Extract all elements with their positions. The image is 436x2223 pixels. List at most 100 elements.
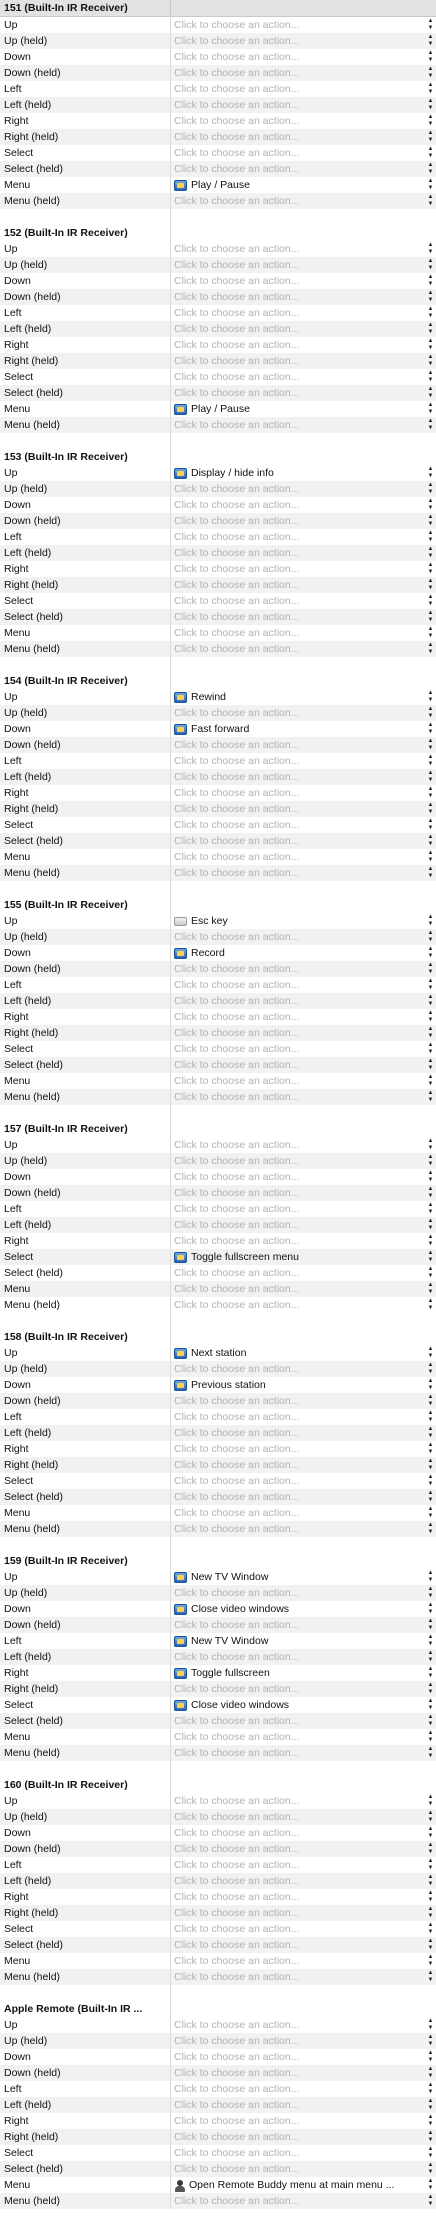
action-popup[interactable]: Click to choose an action... ▲ ▼ [171,193,436,209]
action-popup[interactable]: Click to choose an action... ▲ ▼ [171,2113,436,2129]
popup-arrows-icon[interactable]: ▲ ▼ [427,1250,434,1264]
popup-arrows-icon[interactable]: ▲ ▼ [427,706,434,720]
popup-arrows-icon[interactable]: ▲ ▼ [427,1234,434,1248]
popup-arrows-icon[interactable]: ▲ ▼ [427,1202,434,1216]
action-popup[interactable]: Click to choose an action... ▲ ▼ [171,385,436,401]
popup-arrows-icon[interactable]: ▲ ▼ [427,34,434,48]
action-popup[interactable]: Click to choose an action... ▲ ▼ [171,993,436,1009]
popup-arrows-icon[interactable]: ▲ ▼ [427,1410,434,1424]
action-popup[interactable]: Click to choose an action... ▲ ▼ [171,641,436,657]
action-popup[interactable]: Click to choose an action... ▲ ▼ [171,353,436,369]
action-popup[interactable]: Click to choose an action... ▲ ▼ [171,289,436,305]
popup-arrows-icon[interactable]: ▲ ▼ [427,786,434,800]
popup-arrows-icon[interactable]: ▲ ▼ [427,2114,434,2128]
popup-arrows-icon[interactable]: ▲ ▼ [427,802,434,816]
action-popup[interactable]: Click to choose an action... ▲ ▼ [171,1617,436,1633]
action-popup[interactable]: Click to choose an action... ▲ ▼ [171,1089,436,1105]
action-popup[interactable]: Click to choose an action... ▲ ▼ [171,1921,436,1937]
popup-arrows-icon[interactable]: ▲ ▼ [427,114,434,128]
popup-arrows-icon[interactable]: ▲ ▼ [427,1922,434,1936]
action-popup[interactable]: Click to choose an action... ▲ ▼ [171,1649,436,1665]
popup-arrows-icon[interactable]: ▲ ▼ [427,146,434,160]
popup-arrows-icon[interactable]: ▲ ▼ [427,690,434,704]
action-popup[interactable]: Click to choose an action... ▲ ▼ [171,977,436,993]
popup-arrows-icon[interactable]: ▲ ▼ [427,1650,434,1664]
popup-arrows-icon[interactable]: ▲ ▼ [427,274,434,288]
action-popup[interactable]: Click to choose an action... ▲ ▼ [171,2017,436,2033]
action-popup[interactable]: Click to choose an action... ▲ ▼ [171,1457,436,1473]
action-popup[interactable]: Click to choose an action... ▲ ▼ [171,2161,436,2177]
popup-arrows-icon[interactable]: ▲ ▼ [427,722,434,736]
popup-arrows-icon[interactable]: ▲ ▼ [427,930,434,944]
action-popup[interactable]: Click to choose an action... ▲ ▼ [171,737,436,753]
action-popup[interactable]: Click to choose an action... ▲ ▼ [171,161,436,177]
popup-arrows-icon[interactable]: ▲ ▼ [427,610,434,624]
action-popup[interactable]: Click to choose an action... ▲ ▼ [171,1489,436,1505]
action-popup[interactable]: Previous station ▲ ▼ [171,1377,436,1393]
popup-arrows-icon[interactable]: ▲ ▼ [427,770,434,784]
popup-arrows-icon[interactable]: ▲ ▼ [427,2098,434,2112]
action-popup[interactable]: Click to choose an action... ▲ ▼ [171,369,436,385]
popup-arrows-icon[interactable]: ▲ ▼ [427,1906,434,1920]
popup-arrows-icon[interactable]: ▲ ▼ [427,2066,434,2080]
action-popup[interactable]: Click to choose an action... ▲ ▼ [171,257,436,273]
action-popup[interactable]: Click to choose an action... ▲ ▼ [171,49,436,65]
action-popup[interactable]: Click to choose an action... ▲ ▼ [171,1937,436,1953]
popup-arrows-icon[interactable]: ▲ ▼ [427,850,434,864]
action-popup[interactable]: Close video windows ▲ ▼ [171,1697,436,1713]
popup-arrows-icon[interactable]: ▲ ▼ [427,594,434,608]
action-popup[interactable]: Click to choose an action... ▲ ▼ [171,625,436,641]
popup-arrows-icon[interactable]: ▲ ▼ [427,1042,434,1056]
action-popup[interactable]: Click to choose an action... ▲ ▼ [171,1713,436,1729]
popup-arrows-icon[interactable]: ▲ ▼ [427,1666,434,1680]
action-popup[interactable]: Click to choose an action... ▲ ▼ [171,1873,436,1889]
popup-arrows-icon[interactable]: ▲ ▼ [427,1426,434,1440]
popup-arrows-icon[interactable]: ▲ ▼ [427,466,434,480]
popup-arrows-icon[interactable]: ▲ ▼ [427,1154,434,1168]
popup-arrows-icon[interactable]: ▲ ▼ [427,1266,434,1280]
popup-arrows-icon[interactable]: ▲ ▼ [427,418,434,432]
action-popup[interactable]: Click to choose an action... ▲ ▼ [171,1217,436,1233]
popup-arrows-icon[interactable]: ▲ ▼ [427,370,434,384]
popup-arrows-icon[interactable]: ▲ ▼ [427,1394,434,1408]
popup-arrows-icon[interactable]: ▲ ▼ [427,130,434,144]
popup-arrows-icon[interactable]: ▲ ▼ [427,1522,434,1536]
action-popup[interactable]: Click to choose an action... ▲ ▼ [171,561,436,577]
action-popup[interactable]: Click to choose an action... ▲ ▼ [171,2193,436,2209]
action-popup[interactable]: Click to choose an action... ▲ ▼ [171,2033,436,2049]
action-popup[interactable]: Click to choose an action... ▲ ▼ [171,545,436,561]
action-popup[interactable]: Click to choose an action... ▲ ▼ [171,497,436,513]
action-popup[interactable]: Click to choose an action... ▲ ▼ [171,1681,436,1697]
popup-arrows-icon[interactable]: ▲ ▼ [427,642,434,656]
popup-arrows-icon[interactable]: ▲ ▼ [427,514,434,528]
action-popup[interactable]: Close video windows ▲ ▼ [171,1601,436,1617]
popup-arrows-icon[interactable]: ▲ ▼ [427,2050,434,2064]
action-popup[interactable]: Click to choose an action... ▲ ▼ [171,1729,436,1745]
action-popup[interactable]: Click to choose an action... ▲ ▼ [171,1905,436,1921]
action-popup[interactable]: Click to choose an action... ▲ ▼ [171,2129,436,2145]
action-popup[interactable]: Click to choose an action... ▲ ▼ [171,1201,436,1217]
popup-arrows-icon[interactable]: ▲ ▼ [427,2082,434,2096]
action-popup[interactable]: Click to choose an action... ▲ ▼ [171,1137,436,1153]
action-popup[interactable]: Click to choose an action... ▲ ▼ [171,1041,436,1057]
popup-arrows-icon[interactable]: ▲ ▼ [427,2130,434,2144]
action-popup[interactable]: Click to choose an action... ▲ ▼ [171,1953,436,1969]
action-popup[interactable]: Click to choose an action... ▲ ▼ [171,65,436,81]
popup-arrows-icon[interactable]: ▲ ▼ [427,2178,434,2192]
action-popup[interactable]: Click to choose an action... ▲ ▼ [171,753,436,769]
popup-arrows-icon[interactable]: ▲ ▼ [427,1186,434,1200]
popup-arrows-icon[interactable]: ▲ ▼ [427,1170,434,1184]
popup-arrows-icon[interactable]: ▲ ▼ [427,866,434,880]
action-popup[interactable]: Toggle fullscreen menu ▲ ▼ [171,1249,436,1265]
popup-arrows-icon[interactable]: ▲ ▼ [427,530,434,544]
action-popup[interactable]: Click to choose an action... ▲ ▼ [171,833,436,849]
action-popup[interactable]: Click to choose an action... ▲ ▼ [171,1585,436,1601]
popup-arrows-icon[interactable]: ▲ ▼ [427,1058,434,1072]
popup-arrows-icon[interactable]: ▲ ▼ [427,1442,434,1456]
popup-arrows-icon[interactable]: ▲ ▼ [427,578,434,592]
action-popup[interactable]: Click to choose an action... ▲ ▼ [171,1025,436,1041]
popup-arrows-icon[interactable]: ▲ ▼ [427,1138,434,1152]
popup-arrows-icon[interactable]: ▲ ▼ [427,738,434,752]
action-popup[interactable]: Click to choose an action... ▲ ▼ [171,801,436,817]
action-popup[interactable]: Click to choose an action... ▲ ▼ [171,1169,436,1185]
